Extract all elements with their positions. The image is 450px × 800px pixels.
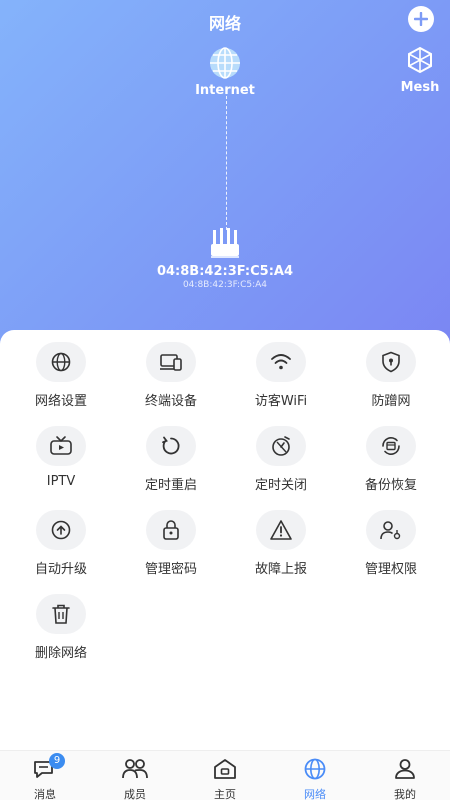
feature-backup-restore[interactable]: 备份恢复 bbox=[336, 426, 446, 493]
feature-label: 访客WiFi bbox=[254, 394, 308, 409]
network-header-area: 网络 Mesh Internet 04:8B:42:3F:C5:A4 04:8B… bbox=[0, 0, 450, 350]
timer-off-icon bbox=[272, 436, 290, 456]
feature-scheduled-restart[interactable]: 定时重启 bbox=[116, 426, 226, 493]
tab-label: 成员 bbox=[124, 788, 146, 800]
internet-label: Internet bbox=[195, 83, 255, 98]
feature-label: 防蹭网 bbox=[371, 394, 411, 409]
router-node[interactable]: 04:8B:42:3F:C5:A4 04:8B:42:3F:C5:A4 bbox=[100, 226, 350, 290]
members-icon bbox=[122, 759, 148, 779]
restart-icon bbox=[162, 436, 180, 455]
tab-label: 我的 bbox=[394, 788, 416, 800]
trash-icon bbox=[52, 604, 70, 624]
feature-terminal-devices[interactable]: 终端设备 bbox=[116, 342, 226, 409]
feature-guest-wifi[interactable]: 访客WiFi bbox=[226, 342, 336, 409]
feature-label: 终端设备 bbox=[144, 394, 197, 409]
feature-label: 定时重启 bbox=[144, 478, 197, 493]
connection-line bbox=[226, 96, 227, 230]
user-key-icon bbox=[380, 521, 401, 540]
feature-panel: 网络设置 终端设备 访客WiFi 防蹭网 IPTV 定时重启 定时关闭 备份恢复… bbox=[0, 330, 450, 750]
tab-label: 消息 bbox=[34, 788, 56, 800]
message-badge: 9 bbox=[49, 753, 65, 769]
network-topology: Internet 04:8B:42:3F:C5:A4 04:8B:42:3F:C… bbox=[0, 0, 450, 300]
backup-icon bbox=[382, 436, 400, 456]
lock-icon bbox=[163, 520, 179, 540]
tab-home[interactable]: 主页 bbox=[180, 757, 270, 800]
feature-iptv[interactable]: IPTV bbox=[6, 426, 116, 489]
tab-label: 网络 bbox=[304, 788, 326, 800]
globe-icon bbox=[304, 758, 326, 780]
wifi-icon bbox=[271, 354, 291, 370]
feature-label: 删除网络 bbox=[34, 646, 87, 661]
tab-members[interactable]: 成员 bbox=[90, 757, 180, 800]
feature-label: 备份恢复 bbox=[364, 478, 417, 493]
feature-delete-network[interactable]: 删除网络 bbox=[6, 594, 116, 661]
feature-label: 自动升级 bbox=[34, 562, 87, 577]
router-icon bbox=[211, 228, 239, 258]
tab-messages[interactable]: 9 消息 bbox=[0, 753, 90, 800]
feature-label: 网络设置 bbox=[34, 394, 87, 409]
feature-auto-upgrade[interactable]: 自动升级 bbox=[6, 510, 116, 577]
tab-network[interactable]: 网络 bbox=[270, 757, 360, 800]
internet-node[interactable]: Internet bbox=[185, 46, 265, 98]
feature-label: 故障上报 bbox=[254, 562, 307, 577]
tab-profile[interactable]: 我的 bbox=[360, 757, 450, 800]
devices-icon bbox=[160, 354, 182, 371]
bottom-tab-bar: 9 消息 成员 主页 网络 我的 bbox=[0, 750, 450, 800]
feature-label: 管理权限 bbox=[364, 562, 417, 577]
feature-scheduled-shutdown[interactable]: 定时关闭 bbox=[226, 426, 336, 493]
home-icon bbox=[214, 759, 236, 779]
upgrade-icon bbox=[51, 520, 71, 540]
router-mac-secondary: 04:8B:42:3F:C5:A4 bbox=[182, 280, 268, 290]
feature-network-settings[interactable]: 网络设置 bbox=[6, 342, 116, 409]
router-mac: 04:8B:42:3F:C5:A4 bbox=[156, 264, 294, 279]
warning-icon bbox=[270, 520, 292, 540]
globe-icon bbox=[51, 352, 71, 372]
feature-label: 管理密码 bbox=[144, 562, 197, 577]
profile-icon bbox=[395, 759, 415, 779]
feature-admin-password[interactable]: 管理密码 bbox=[116, 510, 226, 577]
shield-icon bbox=[382, 351, 400, 373]
feature-admin-permissions[interactable]: 管理权限 bbox=[336, 510, 446, 577]
globe-icon bbox=[210, 47, 240, 79]
tab-label: 主页 bbox=[214, 788, 236, 800]
feature-label: 定时关闭 bbox=[254, 478, 307, 493]
feature-fault-report[interactable]: 故障上报 bbox=[226, 510, 336, 577]
feature-anti-freeload[interactable]: 防蹭网 bbox=[336, 342, 446, 409]
tv-icon bbox=[50, 436, 72, 455]
feature-label: IPTV bbox=[46, 474, 76, 489]
